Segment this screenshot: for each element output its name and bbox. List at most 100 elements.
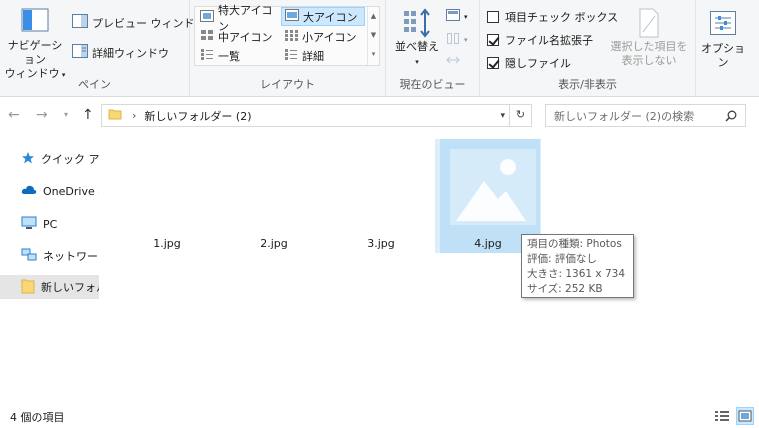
add-columns-chevron-down-icon: ▾ [464, 35, 468, 44]
sort-icon [402, 8, 432, 38]
add-columns-button: ▾ [446, 31, 468, 48]
preview-pane-label: プレビュー ウィンドウ [92, 16, 206, 30]
gallery-scroll-down-icon[interactable]: ▼ [368, 26, 379, 45]
layout-details[interactable]: 詳細 [281, 46, 365, 65]
status-bar: 4 個の項目 [0, 402, 759, 428]
hide-selected-label-1: 選択した項目を [610, 40, 688, 53]
details-view-icon [284, 48, 298, 63]
file-list: 1.jpg 2.jpg 3.jpg 4.jpg [100, 130, 759, 400]
layout-list[interactable]: 一覧 [197, 46, 280, 65]
breadcrumb-current[interactable]: 新しいフォルダー (2) [144, 108, 251, 124]
file-name: 3.jpg [367, 237, 395, 250]
layout-group-label: レイアウト [260, 78, 315, 91]
current-view-group-label: 現在のビュー [399, 78, 466, 91]
details-pane-button[interactable]: 詳細ウィンドウ [72, 44, 169, 61]
navigation-pane: クイック アクセス OneDrive - Personal PC ネットワーク … [0, 135, 99, 400]
file-tooltip: 項目の種類: Photos 評価: 評価なし 大きさ: 1361 x 734 サ… [521, 234, 634, 298]
layout-list-label: 一覧 [218, 49, 240, 63]
folder-icon [108, 107, 122, 124]
layout-medium-icons[interactable]: 中アイコン [197, 27, 280, 46]
item-checkboxes-checkbox[interactable] [487, 11, 499, 23]
file-item[interactable]: 2.jpg [221, 130, 327, 256]
nav-item-pc[interactable]: PC [0, 212, 99, 236]
up-arrow-icon[interactable]: ↑ [82, 107, 94, 123]
address-row: ← → ▾ ↑ › 新しいフォルダー (2) ▾ ↻ 新しいフォルダー (2)の… [0, 100, 759, 130]
navigation-pane-label-1: ナビゲーション [7, 39, 63, 66]
sort-by-button[interactable]: 並べ替え ▾ [392, 8, 442, 69]
nav-item-quick-access[interactable]: クイック アクセス [0, 147, 99, 171]
size-columns-icon [446, 53, 460, 70]
pane-group-label: ペイン [78, 78, 111, 91]
preview-pane-icon [72, 14, 88, 31]
file-extensions-toggle[interactable]: ファイル名拡張子 [487, 32, 593, 48]
address-dropdown-icon[interactable]: ▾ [500, 111, 505, 121]
large-icons-icon [285, 9, 299, 24]
pane-group: ナビゲーション ウィンドウ ▾ プレビュー ウィンドウ 詳細ウィンドウ ペイン [0, 0, 206, 96]
sort-by-label: 並べ替え [395, 40, 439, 53]
search-icon[interactable] [725, 110, 737, 125]
file-item[interactable]: 3.jpg [328, 130, 434, 256]
details-pane-icon [72, 44, 88, 61]
group-by-chevron-down-icon: ▾ [464, 12, 468, 21]
item-checkboxes-label: 項目チェック ボックス [505, 11, 619, 24]
nav-item-label: ネットワーク [43, 250, 99, 263]
address-bar[interactable]: › 新しいフォルダー (2) ▾ ↻ [101, 104, 532, 127]
options-button[interactable]: オプション [698, 10, 748, 70]
list-view-icon [200, 48, 214, 63]
hidden-files-label: 隠しファイル [505, 57, 571, 70]
search-input[interactable]: 新しいフォルダー (2)の検索 [545, 104, 746, 127]
hidden-files-checkbox[interactable] [487, 57, 499, 69]
details-pane-label: 詳細ウィンドウ [92, 46, 169, 60]
nav-item-onedrive[interactable]: OneDrive - Personal [0, 179, 99, 203]
tooltip-dimensions: 大きさ: 1361 x 734 [527, 268, 626, 280]
sort-by-chevron-down-icon: ▾ [415, 58, 419, 66]
file-extensions-label: ファイル名拡張子 [505, 34, 593, 47]
show-hide-group-label: 表示/非表示 [558, 78, 617, 91]
preview-pane-button[interactable]: プレビュー ウィンドウ [72, 14, 206, 31]
options-icon [709, 10, 737, 36]
hide-selected-items-button[interactable]: 選択した項目を 表示しない [606, 8, 692, 68]
nav-item-current-folder[interactable]: 新しいフォルダー (2) [0, 275, 99, 299]
file-name: 1.jpg [153, 237, 181, 250]
back-arrow-icon[interactable]: ← [8, 107, 20, 123]
options-label: オプション [701, 42, 745, 69]
forward-arrow-icon[interactable]: → [36, 107, 48, 123]
group-by-button[interactable]: ▾ [446, 8, 468, 25]
hide-selected-label-2: 表示しない [621, 54, 677, 67]
details-view-toggle[interactable] [713, 407, 731, 425]
folder-icon [21, 278, 35, 297]
nav-item-label: OneDrive - Personal [43, 184, 99, 198]
hidden-files-toggle[interactable]: 隠しファイル [487, 55, 571, 71]
nav-item-label: PC [43, 217, 58, 231]
large-icons-view-toggle[interactable] [736, 407, 754, 425]
nav-item-network[interactable]: ネットワーク [0, 244, 99, 268]
layout-extra-large-icons[interactable]: 特大アイコン [197, 4, 280, 33]
item-checkboxes-toggle[interactable]: 項目チェック ボックス [487, 9, 618, 25]
breadcrumb-separator-icon[interactable]: › [132, 109, 136, 122]
star-icon [21, 151, 35, 168]
refresh-icon[interactable]: ↻ [509, 104, 531, 127]
tooltip-type: 項目の種類: Photos [527, 238, 622, 250]
item-count: 4 個の項目 [10, 411, 65, 424]
layout-large-icons-label: 大アイコン [303, 10, 358, 24]
show-hide-group: 項目チェック ボックス ファイル名拡張子 隠しファイル 選択した項目を 表示しな… [480, 0, 696, 96]
medium-icons-icon [200, 29, 214, 44]
file-extensions-checkbox[interactable] [487, 34, 499, 46]
file-item[interactable]: 1.jpg [114, 130, 220, 256]
current-view-group: 並べ替え ▾ ▾ ▾ 現在のビュー [386, 0, 480, 96]
pc-icon [21, 216, 37, 233]
size-columns-button [446, 53, 460, 70]
nav-item-label: クイック アクセス [41, 153, 99, 166]
network-icon [21, 248, 37, 265]
gallery-scroll-up-icon[interactable]: ▲ [368, 7, 379, 26]
recent-locations-chevron-icon[interactable]: ▾ [64, 110, 68, 119]
gallery-more-icon[interactable]: ▾ [368, 45, 379, 64]
gallery-scroll[interactable]: ▲ ▼ ▾ [367, 7, 379, 65]
layout-large-icons[interactable]: 大アイコン [281, 7, 365, 26]
navigation-pane-icon [21, 8, 49, 32]
nav-item-label: 新しいフォルダー (2) [41, 281, 99, 294]
small-icons-icon [284, 29, 298, 44]
layout-small-icons[interactable]: 小アイコン [281, 27, 365, 46]
layout-details-label: 詳細 [302, 49, 324, 63]
navigation-pane-button[interactable]: ナビゲーション ウィンドウ ▾ [3, 8, 67, 82]
